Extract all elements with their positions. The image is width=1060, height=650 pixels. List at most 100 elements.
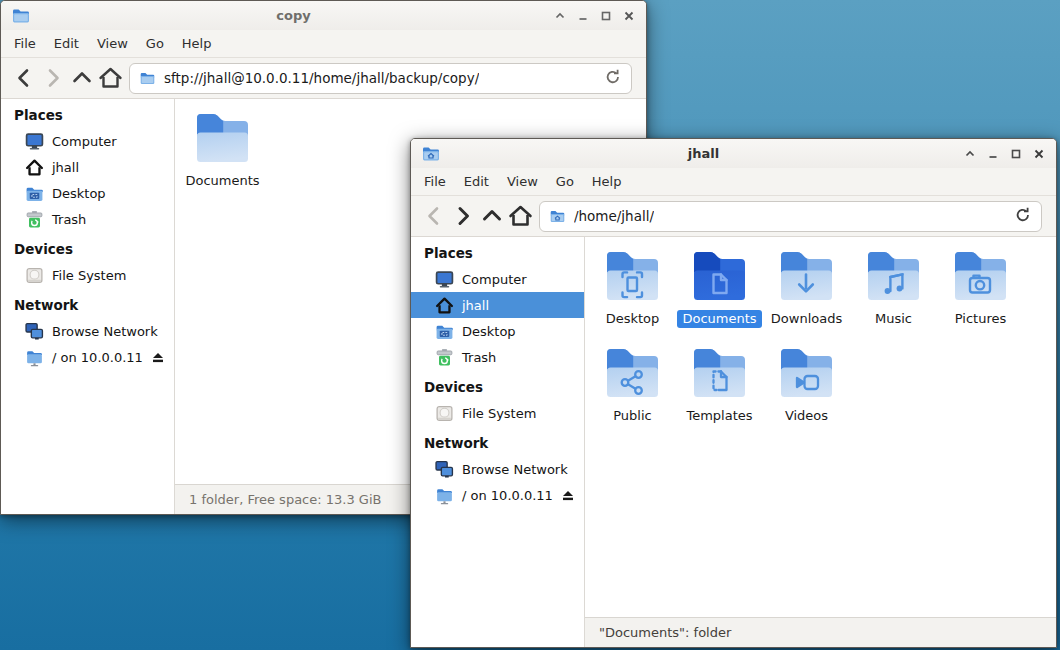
- address-bar[interactable]: /home/jhall/: [539, 201, 1042, 232]
- up-button[interactable]: [477, 202, 506, 230]
- sidebar-header-network: Network: [411, 430, 584, 456]
- menu-file[interactable]: File: [415, 174, 455, 189]
- file-documents[interactable]: Documents: [179, 111, 266, 208]
- trash-icon: [435, 348, 454, 367]
- sidebar-item-desktop[interactable]: Desktop: [411, 318, 584, 344]
- templates-folder-icon: [693, 348, 746, 398]
- trash-icon: [25, 210, 44, 229]
- music-folder-icon: [867, 251, 920, 301]
- titlebar[interactable]: copy: [1, 1, 646, 30]
- desktop-folder-icon: [25, 184, 44, 203]
- folder-window-icon: [11, 6, 31, 26]
- browse-network-icon: [25, 322, 44, 341]
- filesystem-icon: [25, 266, 44, 285]
- file-videos[interactable]: Videos: [763, 346, 850, 443]
- menu-view[interactable]: View: [498, 174, 547, 189]
- sidebar-header-devices: Devices: [411, 374, 584, 400]
- home-button[interactable]: [96, 64, 125, 92]
- menu-go[interactable]: Go: [547, 174, 583, 189]
- back-button[interactable]: [9, 64, 38, 92]
- menu-go[interactable]: Go: [137, 36, 173, 51]
- sidebar-item-computer[interactable]: Computer: [1, 128, 174, 154]
- filesystem-icon: [435, 404, 454, 423]
- sidebar-item-remote-mount[interactable]: / on 10.0.0.11: [411, 482, 584, 508]
- menubar: File Edit View Go Help: [411, 168, 1056, 196]
- home-icon: [25, 158, 44, 177]
- sidebar-item-filesystem[interactable]: File System: [1, 262, 174, 288]
- file-public[interactable]: Public: [589, 346, 676, 443]
- menu-edit[interactable]: Edit: [45, 36, 88, 51]
- file-pictures[interactable]: Pictures: [937, 249, 1024, 346]
- menu-help[interactable]: Help: [173, 36, 221, 51]
- maximize-button[interactable]: [1008, 146, 1023, 161]
- sidebar-item-remote-mount[interactable]: / on 10.0.0.11: [1, 344, 174, 370]
- computer-icon: [435, 270, 454, 289]
- menu-help[interactable]: Help: [583, 174, 631, 189]
- close-button[interactable]: [621, 8, 636, 23]
- window-jhall: jhall File Edit View Go Help: [410, 138, 1057, 648]
- toolbar: sftp://jhall@10.0.0.11/home/jhall/backup…: [1, 58, 646, 99]
- sidebar-item-trash[interactable]: Trash: [411, 344, 584, 370]
- sidebar-item-browse-network[interactable]: Browse Network: [1, 318, 174, 344]
- desktop-folder-icon: [435, 322, 454, 341]
- documents-folder-icon-selected: [693, 251, 746, 301]
- menu-view[interactable]: View: [88, 36, 137, 51]
- folder-icon: [196, 113, 249, 163]
- home-icon: [435, 296, 454, 315]
- sidebar: Places Computer jhall: [411, 237, 585, 647]
- toolbar: /home/jhall/: [411, 196, 1056, 237]
- file-grid[interactable]: Desktop Documents: [585, 237, 1056, 617]
- shade-button[interactable]: [552, 8, 567, 23]
- titlebar[interactable]: jhall: [411, 139, 1056, 168]
- desktop-background: copy File Edit View Go Help: [0, 0, 1060, 650]
- sidebar-item-browse-network[interactable]: Browse Network: [411, 456, 584, 482]
- sidebar-header-places: Places: [411, 240, 584, 266]
- refresh-button[interactable]: [604, 68, 622, 89]
- file-documents[interactable]: Documents: [676, 249, 763, 346]
- menu-file[interactable]: File: [5, 36, 45, 51]
- sidebar-item-trash[interactable]: Trash: [1, 206, 174, 232]
- desktop-folder-icon: [606, 251, 659, 301]
- file-downloads[interactable]: Downloads: [763, 249, 850, 346]
- minimize-button[interactable]: [575, 8, 590, 23]
- sidebar-header-places: Places: [1, 102, 174, 128]
- videos-folder-icon: [780, 348, 833, 398]
- pictures-folder-icon: [954, 251, 1007, 301]
- sidebar-item-home[interactable]: jhall: [411, 292, 584, 318]
- sidebar: Places Computer jhall: [1, 99, 175, 514]
- home-folder-icon: [549, 208, 566, 225]
- sidebar-item-filesystem[interactable]: File System: [411, 400, 584, 426]
- address-text[interactable]: sftp://jhall@10.0.0.11/home/jhall/backup…: [164, 70, 479, 86]
- network-folder-icon: [435, 486, 454, 505]
- sidebar-item-computer[interactable]: Computer: [411, 266, 584, 292]
- folder-icon: [139, 70, 156, 87]
- network-folder-icon: [25, 348, 44, 367]
- shade-button[interactable]: [962, 146, 977, 161]
- eject-icon[interactable]: [151, 350, 165, 364]
- menubar: File Edit View Go Help: [1, 30, 646, 58]
- forward-button[interactable]: [38, 64, 67, 92]
- file-view: Desktop Documents: [585, 237, 1056, 647]
- eject-icon[interactable]: [561, 488, 575, 502]
- up-button[interactable]: [67, 64, 96, 92]
- menu-edit[interactable]: Edit: [455, 174, 498, 189]
- minimize-button[interactable]: [985, 146, 1000, 161]
- sidebar-item-home[interactable]: jhall: [1, 154, 174, 180]
- back-button[interactable]: [419, 202, 448, 230]
- status-bar: "Documents": folder: [585, 617, 1056, 647]
- file-desktop[interactable]: Desktop: [589, 249, 676, 346]
- address-bar[interactable]: sftp://jhall@10.0.0.11/home/jhall/backup…: [129, 63, 632, 94]
- maximize-button[interactable]: [598, 8, 613, 23]
- close-button[interactable]: [1031, 146, 1046, 161]
- file-music[interactable]: Music: [850, 249, 937, 346]
- forward-button[interactable]: [448, 202, 477, 230]
- home-folder-window-icon: [421, 144, 441, 164]
- browse-network-icon: [435, 460, 454, 479]
- file-templates[interactable]: Templates: [676, 346, 763, 443]
- sidebar-item-desktop[interactable]: Desktop: [1, 180, 174, 206]
- refresh-button[interactable]: [1014, 206, 1032, 227]
- address-text[interactable]: /home/jhall/: [574, 208, 654, 224]
- downloads-folder-icon: [780, 251, 833, 301]
- home-button[interactable]: [506, 202, 535, 230]
- sidebar-header-devices: Devices: [1, 236, 174, 262]
